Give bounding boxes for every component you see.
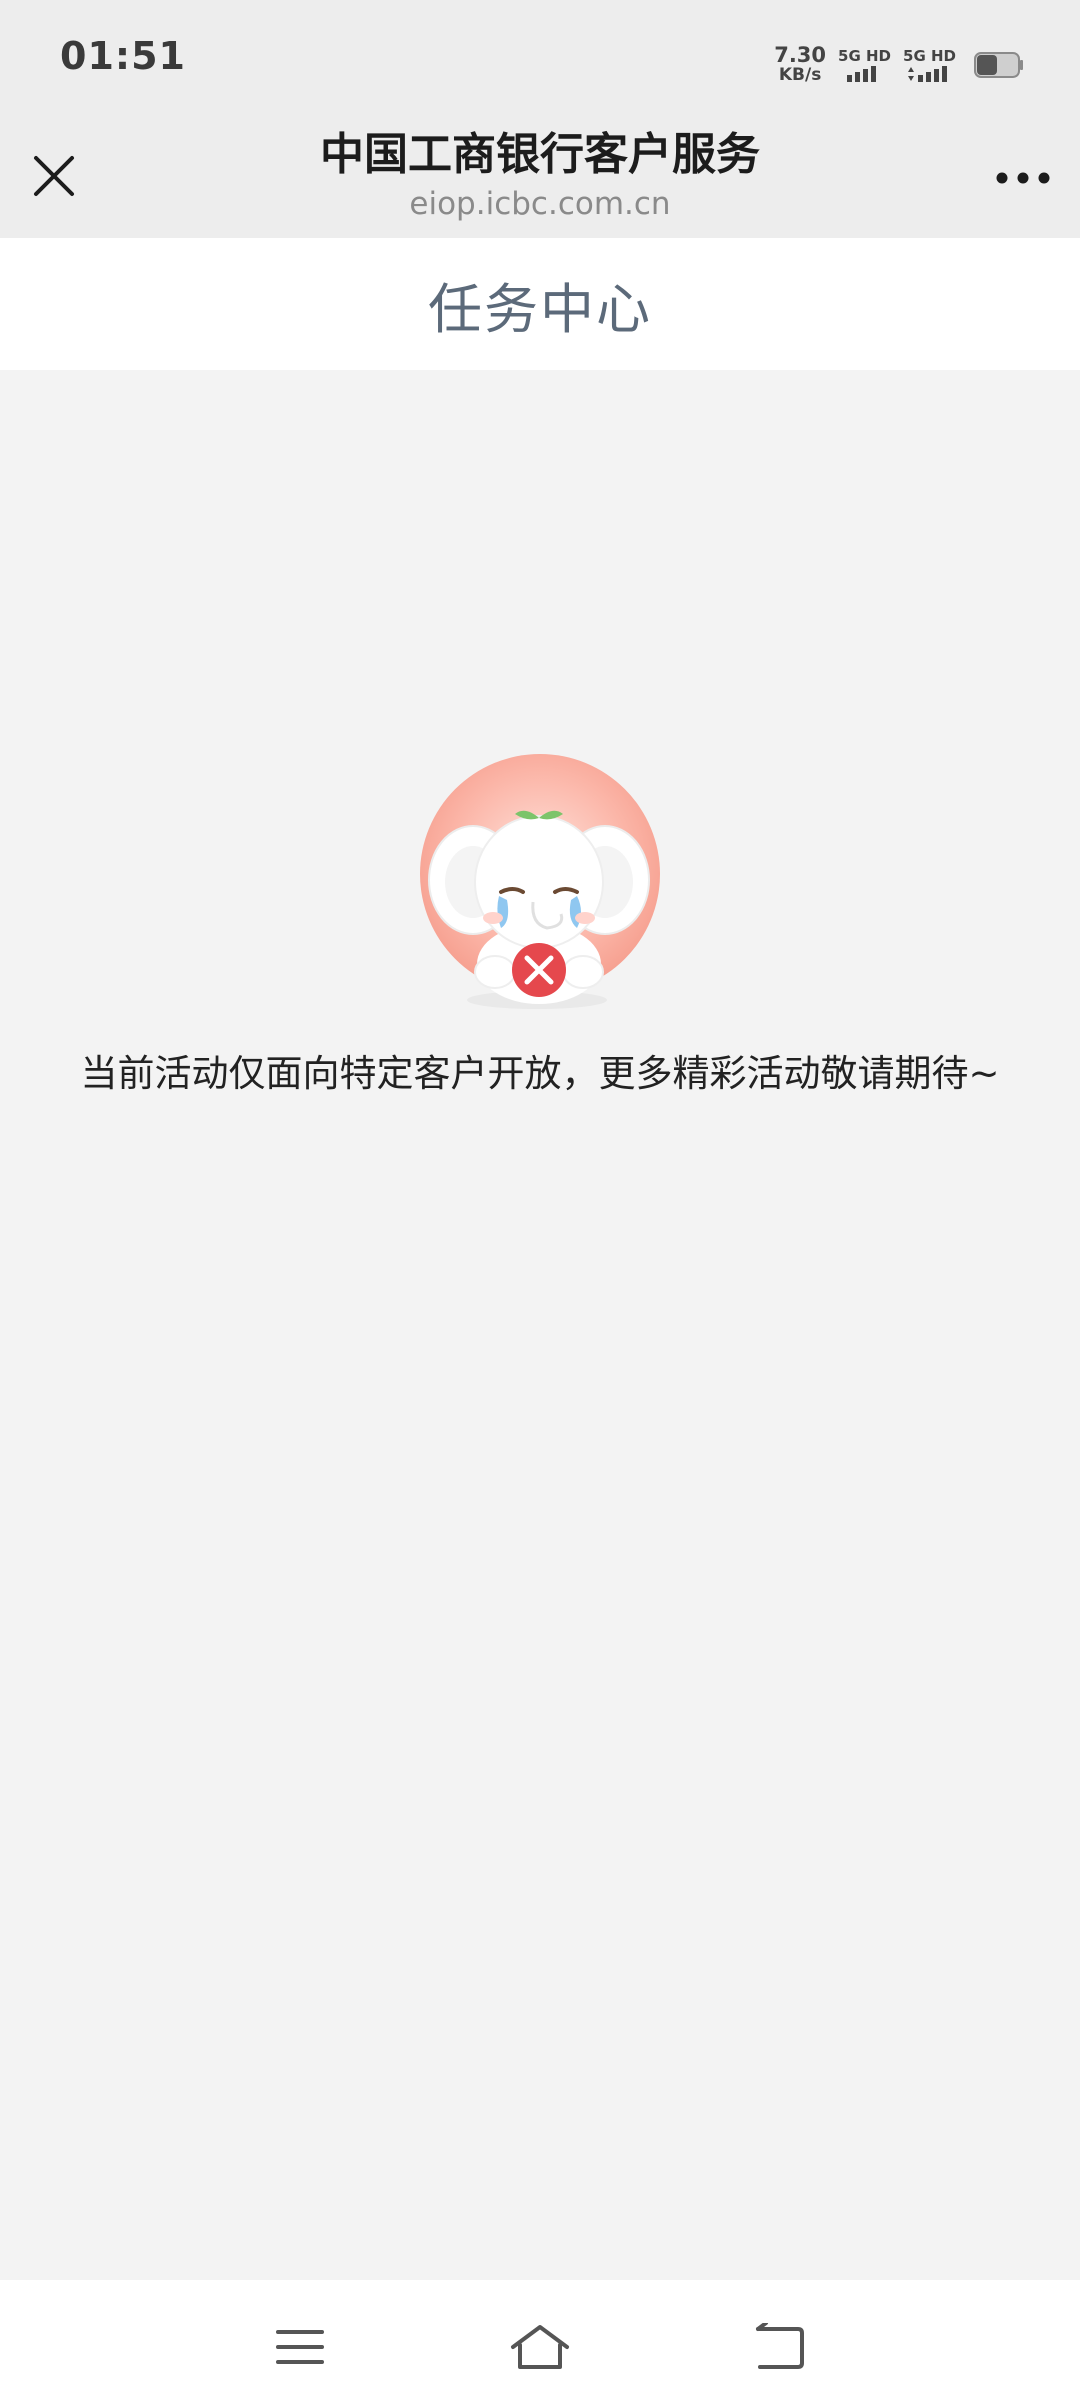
network-speed: 7.30 KB/s — [774, 43, 827, 86]
close-icon — [34, 156, 74, 196]
status-time: 01:51 — [60, 34, 186, 78]
signal-bars-icon — [846, 66, 876, 82]
page-header: 任务中心 — [0, 238, 1080, 370]
signal-bars-data-icon — [907, 66, 947, 82]
back-icon — [756, 2323, 804, 2369]
battery-low-icon — [974, 52, 1023, 78]
more-button[interactable] — [988, 148, 1058, 208]
site-title: 中国工商银行客户服务 — [320, 129, 760, 180]
sim1-signal: 5G HD — [838, 48, 891, 82]
home-icon — [511, 2325, 569, 2369]
menu-button[interactable] — [255, 2302, 345, 2392]
sim2-label: 5G HD — [903, 47, 956, 65]
site-url: eiop.icbc.com.cn — [409, 186, 671, 222]
close-button[interactable] — [24, 146, 84, 206]
page: 01:51 7.30 KB/s 5G HD 5G HD 中国工商银行客户服务 e… — [0, 0, 1080, 2408]
page-title-block: 中国工商银行客户服务 eiop.icbc.com.cn — [200, 126, 880, 222]
browser-nav-bar: 中国工商银行客户服务 eiop.icbc.com.cn — [0, 126, 1080, 238]
system-nav-bar — [0, 2280, 1080, 2408]
network-speed-value: 7.30 — [774, 43, 827, 67]
network-speed-unit: KB/s — [778, 65, 822, 85]
menu-icon — [276, 2330, 324, 2364]
sim2-signal: 5G HD — [903, 48, 956, 82]
status-bar: 01:51 7.30 KB/s 5G HD 5G HD — [0, 0, 1080, 126]
status-message: 当前活动仅面向特定客户开放，更多精彩活动敬请期待~ — [80, 1052, 1000, 1095]
more-dots-icon — [996, 172, 1050, 184]
home-button[interactable] — [495, 2302, 585, 2392]
page-title: 任务中心 — [428, 277, 652, 341]
crying-elephant-mascot-icon — [420, 754, 660, 1009]
back-button[interactable] — [735, 2302, 825, 2392]
status-indicators: 7.30 KB/s 5G HD 5G HD — [774, 40, 1024, 90]
sim1-label: 5G HD — [838, 47, 892, 65]
